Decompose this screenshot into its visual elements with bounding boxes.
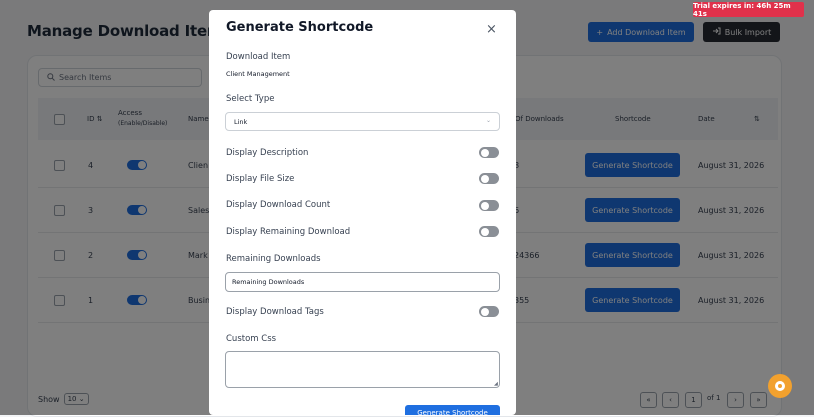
display-remaining-download-label: Display Remaining Download (226, 227, 351, 237)
remaining-downloads-label: Remaining Downloads (226, 254, 321, 264)
generate-shortcode-modal: Generate Shortcode × Download Item Clien… (209, 10, 516, 415)
close-icon[interactable]: × (486, 22, 497, 37)
remaining-downloads-input[interactable] (225, 272, 500, 292)
generate-shortcode-submit-button[interactable]: Generate Shortcode (405, 405, 500, 415)
custom-css-label: Custom Css (226, 334, 277, 344)
download-item-label: Download Item (226, 52, 291, 62)
select-type-label: Select Type (226, 94, 275, 104)
display-download-count-toggle[interactable] (479, 200, 499, 211)
display-file-size-label: Display File Size (226, 174, 295, 184)
display-download-tags-label: Display Download Tags (226, 307, 324, 317)
resize-handle-icon[interactable]: ◢ (494, 381, 498, 387)
lifebuoy-icon (775, 381, 785, 391)
select-type-value: Link (234, 117, 248, 126)
display-description-label: Display Description (226, 148, 309, 158)
display-file-size-toggle[interactable] (479, 173, 499, 184)
select-type-dropdown[interactable]: Link ⌄ (225, 112, 500, 131)
download-item-value: Client Management (226, 70, 290, 78)
display-download-count-label: Display Download Count (226, 200, 331, 210)
display-description-toggle[interactable] (479, 147, 499, 158)
custom-css-textarea[interactable] (225, 351, 500, 388)
trial-banner: Trial expires in: 46h 25m 41s (693, 2, 804, 18)
chevron-down-icon: ⌄ (485, 117, 491, 124)
display-remaining-download-toggle[interactable] (479, 226, 499, 237)
modal-title: Generate Shortcode (226, 20, 374, 35)
help-button[interactable] (768, 374, 792, 398)
display-download-tags-toggle[interactable] (479, 306, 499, 317)
